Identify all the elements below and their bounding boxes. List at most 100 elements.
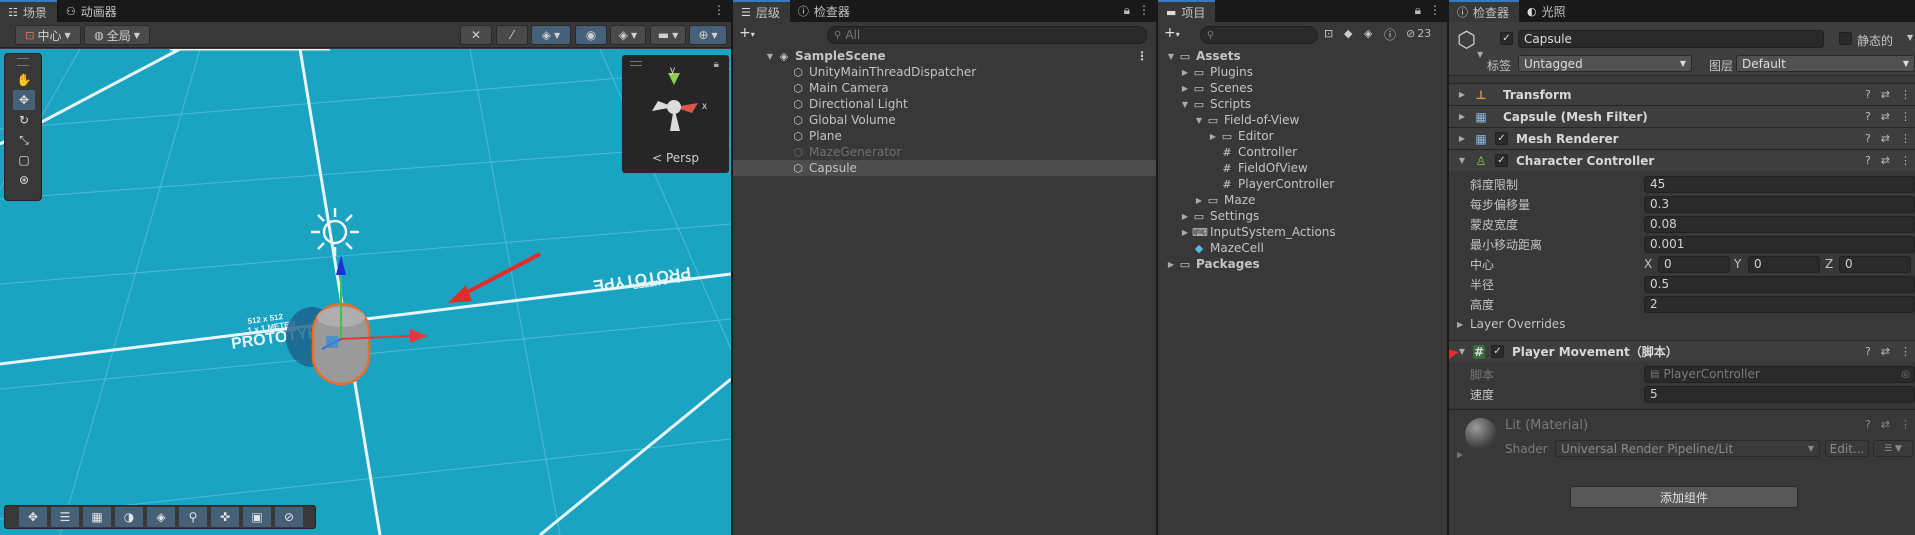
speed-field[interactable]: 5 — [1644, 385, 1915, 403]
scene-viewport[interactable]: PROTOTYPE 1 x 1 METER 512 x 512 PROTOTYP… — [0, 49, 731, 535]
project-folder[interactable]: ▶ ▭ Packages — [1158, 256, 1447, 272]
scene-tab-menu-icon[interactable]: ⋮ — [713, 3, 725, 17]
hierarchy-item[interactable]: ⬡ Directional Light — [733, 96, 1156, 112]
help-icon[interactable]: ? — [1865, 418, 1871, 431]
help-icon[interactable]: ? — [1865, 154, 1871, 167]
hidden-count-icon[interactable]: ⊘ 23 — [1406, 27, 1431, 40]
tab-lighting[interactable]: ◐ 光照 — [1519, 0, 1576, 22]
enabled-checkbox[interactable]: ✓ — [1495, 132, 1508, 145]
visibility-toggle[interactable]: ◉ — [575, 25, 607, 45]
menu-dots-icon[interactable]: ⋮ — [1900, 110, 1911, 123]
tag-dropdown[interactable]: Untagged ▼ — [1518, 55, 1692, 72]
rotate-tool-icon[interactable]: ↻ — [13, 110, 35, 130]
help-icon[interactable]: ? — [1865, 345, 1871, 358]
expand-arrow-icon[interactable]: ▼ — [1166, 52, 1176, 61]
project-folder[interactable]: ▶ ▭ Scenes — [1158, 80, 1447, 96]
tab-project[interactable]: ▬ 项目 — [1158, 0, 1216, 22]
hand-tool-icon[interactable]: ✋ — [13, 70, 35, 90]
step-offset-field[interactable]: 0.3 — [1644, 195, 1915, 213]
layer-overrides-row[interactable]: ▶ Layer Overrides — [1449, 314, 1915, 334]
collapsed-arrow-icon[interactable]: ▶ — [1180, 212, 1190, 221]
help-icon[interactable]: ? — [1865, 88, 1871, 101]
edit-shader-button[interactable]: Edit... — [1825, 440, 1869, 457]
min-move-distance-field[interactable]: 0.001 — [1644, 235, 1915, 253]
project-folder[interactable]: ▶ ▭ Maze — [1158, 192, 1447, 208]
overlay-shading-icon[interactable]: ◑ — [115, 507, 143, 527]
menu-dots-icon[interactable]: ⋮ — [1900, 345, 1911, 358]
lock-icon[interactable]: 🔒︎ — [1124, 3, 1130, 18]
project-folder[interactable]: ▶ ▭ Plugins — [1158, 64, 1447, 80]
shader-dropdown[interactable]: Universal Render Pipeline/Lit ▼ — [1555, 440, 1820, 457]
audio-toggle[interactable]: ⁄ — [496, 25, 528, 45]
slope-limit-field[interactable]: 45 — [1644, 175, 1915, 193]
collapsed-arrow-icon[interactable]: ▶ — [1455, 112, 1469, 121]
tag-icon[interactable]: ◈ — [1364, 27, 1372, 40]
menu-dots-icon[interactable]: ⋮ — [1429, 3, 1441, 18]
tab-inspector[interactable]: ⓘ 检查器 — [1449, 0, 1520, 22]
component-mesh-filter[interactable]: ▶ ▦ Capsule (Mesh Filter) ? ⇄ ⋮ — [1449, 105, 1915, 127]
center-x-field[interactable]: 0 — [1658, 255, 1730, 273]
menu-dots-icon[interactable]: ⋮ — [1900, 88, 1911, 101]
overlay-search-icon[interactable]: ⚲ — [179, 507, 207, 527]
overlay-layers-icon[interactable]: ◈ — [147, 507, 175, 527]
collapsed-arrow-icon[interactable]: ▶ — [1457, 320, 1463, 329]
radius-field[interactable]: 0.5 — [1644, 275, 1915, 293]
preset-icon[interactable]: ⇄ — [1881, 132, 1890, 145]
active-checkbox[interactable]: ✓ — [1500, 32, 1513, 45]
collapsed-arrow-icon[interactable]: ▶ — [1455, 134, 1469, 143]
project-script[interactable]: # Controller — [1158, 144, 1447, 160]
collapsed-arrow-icon[interactable]: ▶ — [1166, 260, 1176, 269]
move-tool-icon[interactable]: ✥ — [13, 90, 35, 110]
help-icon[interactable]: ? — [1865, 110, 1871, 123]
hierarchy-search-input[interactable]: ⚲ All — [827, 26, 1147, 44]
filter-type-icon[interactable]: ⊡ — [1324, 27, 1333, 40]
project-folder[interactable]: ▼ ▭ Scripts — [1158, 96, 1447, 112]
collapsed-arrow-icon[interactable]: ▶ — [1180, 228, 1190, 237]
menu-dots-icon[interactable]: ⋮ — [1138, 3, 1150, 18]
expand-arrow-icon[interactable]: ▼ — [1455, 156, 1469, 165]
project-folder[interactable]: ▼ ▭ Field-of-View — [1158, 112, 1447, 128]
project-folder[interactable]: ▶ ▭ Editor — [1158, 128, 1447, 144]
object-name-input[interactable]: Capsule — [1518, 30, 1824, 48]
hierarchy-item-selected[interactable]: ⬡ Capsule — [733, 160, 1156, 176]
enabled-checkbox[interactable]: ✓ — [1495, 154, 1508, 167]
overlay-sliders-icon[interactable]: ☰ — [51, 507, 79, 527]
preset-icon[interactable]: ⇄ — [1881, 345, 1890, 358]
hierarchy-item[interactable]: ⬡ MazeGenerator — [733, 144, 1156, 160]
tab-inspector-secondary[interactable]: ⓘ 检查器 — [790, 0, 860, 22]
pivot-dropdown[interactable]: ⊡ 中心 ▼ — [15, 25, 81, 45]
tab-animator[interactable]: ⚇ 动画器 — [56, 0, 127, 22]
space-dropdown[interactable]: ◍ 全局 ▼ — [84, 25, 150, 45]
static-checkbox[interactable] — [1839, 32, 1852, 45]
draw-mode-dropdown[interactable]: ◈ ▼ — [610, 25, 646, 45]
scale-tool-icon[interactable]: ⤡ — [13, 130, 35, 150]
hierarchy-item[interactable]: ⬡ UnityMainThreadDispatcher — [733, 64, 1156, 80]
project-asset[interactable]: ▶ ⌨ InputSystem_Actions — [1158, 224, 1447, 240]
info-icon[interactable]: ⓘ — [1384, 26, 1396, 43]
hierarchy-item[interactable]: ⬡ Global Volume — [733, 112, 1156, 128]
dropdown-arrow-icon[interactable]: ▼ — [1477, 50, 1483, 59]
orientation-gizmo[interactable]: 🔒︎ x y < Persp — [622, 55, 729, 173]
height-field[interactable]: 2 — [1644, 295, 1915, 313]
material-options-dropdown[interactable]: ☰ ▼ — [1873, 440, 1913, 457]
component-mesh-renderer[interactable]: ▶ ▦ ✓ Mesh Renderer ? ⇄ ⋮ — [1449, 127, 1915, 149]
skin-width-field[interactable]: 0.08 — [1644, 215, 1915, 233]
center-y-field[interactable]: 0 — [1748, 255, 1820, 273]
add-component-button[interactable]: 添加组件 — [1570, 486, 1798, 508]
create-asset-button[interactable]: +▾ — [1164, 25, 1180, 41]
add-object-button[interactable]: +▾ — [739, 25, 755, 41]
project-folder[interactable]: ▼ ▭ Assets — [1158, 48, 1447, 64]
project-script[interactable]: # FieldOfView — [1158, 160, 1447, 176]
preset-icon[interactable]: ⇄ — [1881, 88, 1890, 101]
overlay-nav-icon[interactable]: ✜ — [211, 507, 239, 527]
menu-dots-icon[interactable]: ⋮ — [1900, 132, 1911, 145]
hierarchy-item[interactable]: ⬡ Plane — [733, 128, 1156, 144]
tab-scene[interactable]: ☷ 场景 — [0, 0, 57, 22]
collapsed-arrow-icon[interactable]: ▶ — [1455, 90, 1469, 99]
tab-hierarchy[interactable]: ☰ 层级 — [733, 0, 790, 22]
effects-dropdown[interactable]: ◈ ▼ — [531, 25, 571, 45]
overlay-compass-icon[interactable]: ⊘ — [275, 507, 303, 527]
menu-dots-icon[interactable]: ⋮ — [1900, 418, 1911, 431]
expand-arrow-icon[interactable]: ▼ — [765, 52, 775, 61]
collapsed-arrow-icon[interactable]: ▶ — [1457, 450, 1463, 459]
